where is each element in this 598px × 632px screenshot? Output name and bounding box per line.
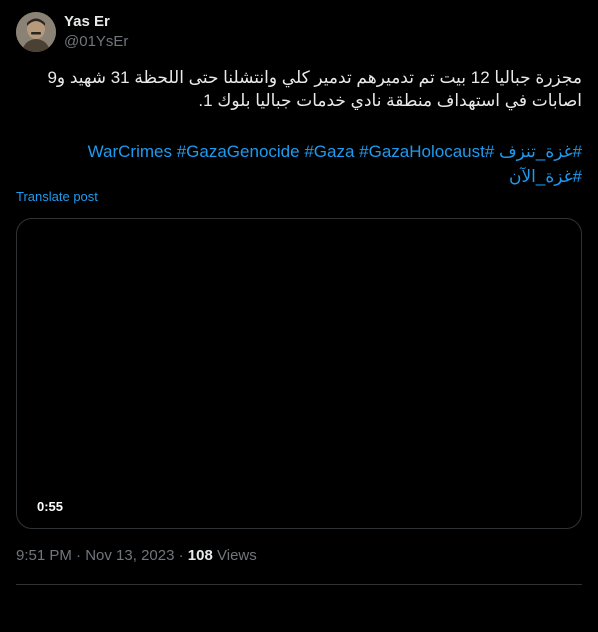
divider: [16, 584, 582, 585]
video-player[interactable]: 0:55: [16, 218, 582, 529]
hashtag-row: #غزة_تنزف #WarCrimes #GazaGenocide #Gaza…: [16, 139, 582, 164]
hashtag-link[interactable]: #غزة_تنزف: [499, 142, 582, 161]
tweet-text: مجزرة جباليا 12 بيت تم تدميرهم تدمير كلي…: [16, 66, 582, 112]
hashtag-list: #غزة_تنزف #WarCrimes #GazaGenocide #Gaza…: [16, 139, 582, 189]
author-name[interactable]: Yas Er: [64, 13, 110, 30]
hashtag-link[interactable]: #Gaza: [304, 142, 354, 161]
avatar-image: [16, 12, 56, 52]
hashtag-link[interactable]: #GazaHolocaust: [359, 142, 485, 161]
views-label: Views: [217, 547, 257, 564]
meta-separator: ·: [76, 547, 82, 564]
meta-separator: ·: [178, 547, 184, 564]
hashtag-row: #غزة_الآن: [16, 164, 582, 189]
views-count: 108: [187, 547, 213, 564]
hashtag-link[interactable]: #GazaGenocide: [177, 142, 300, 161]
video-duration: 0:55: [31, 497, 70, 516]
translate-post-link[interactable]: Translate post: [16, 189, 98, 204]
post-date[interactable]: Nov 13, 2023: [85, 547, 174, 564]
tweet-text-line: مجزرة جباليا 12 بيت تم تدميرهم تدمير كلي…: [47, 68, 582, 87]
post-time[interactable]: 9:51 PM: [16, 547, 72, 564]
avatar[interactable]: [16, 12, 56, 52]
hashtag-link[interactable]: #غزة_الآن: [509, 167, 582, 186]
post-metadata: 9:51 PM · Nov 13, 2023 · 108 Views: [16, 547, 257, 564]
author-handle[interactable]: @01YsEr: [64, 33, 128, 50]
tweet-text-line: اصابات في استهداف منطقة نادي خدمات جبالي…: [198, 91, 582, 110]
